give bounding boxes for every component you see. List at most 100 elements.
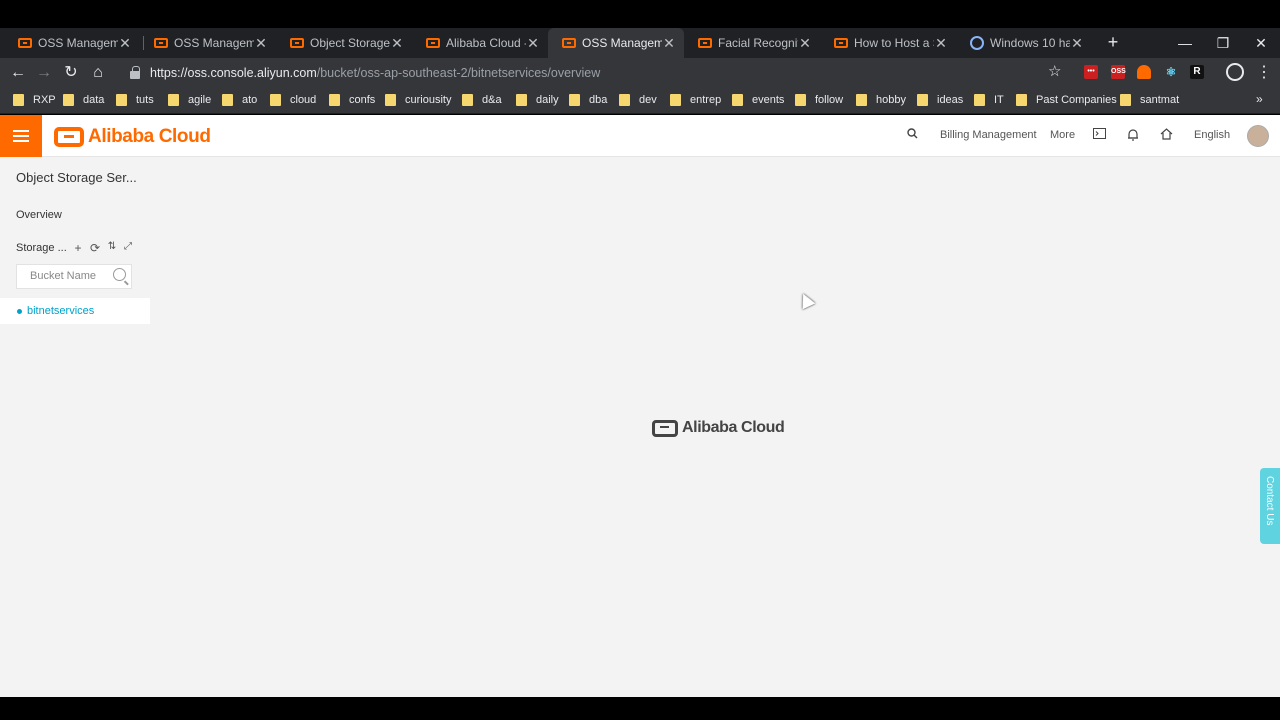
bucket-search-box (16, 264, 132, 289)
close-icon[interactable]: ✕ (662, 35, 676, 52)
minimize-icon[interactable]: — (1166, 28, 1204, 58)
r-icon[interactable]: R (1190, 65, 1204, 79)
folder-icon (116, 94, 127, 106)
alibaba-cloud-logo[interactable]: Alibaba Cloud (54, 126, 211, 148)
bookmark-folder[interactable]: hobby (856, 92, 906, 108)
folder-icon (1120, 94, 1131, 106)
oss-icon[interactable]: OSS (1111, 65, 1126, 79)
bookmark-folder[interactable]: ato (222, 92, 257, 108)
bookmark-folder[interactable]: ideas (917, 92, 963, 108)
avatar[interactable] (1247, 125, 1269, 147)
bucket-name[interactable]: bitnetservices (27, 305, 94, 317)
bookmark-folder[interactable]: data (63, 92, 104, 108)
window-close-icon[interactable]: ✕ (1242, 28, 1280, 58)
folder-icon (917, 94, 928, 106)
add-icon[interactable]: + (72, 241, 84, 255)
console-page: Alibaba Cloud Billing Management More En… (0, 115, 1280, 697)
folder-icon (462, 94, 473, 106)
more-link[interactable]: More (1050, 129, 1075, 141)
tab-title: How to Host a Stat (854, 36, 934, 50)
refresh-icon[interactable]: ⟳ (89, 241, 101, 255)
bookmark-label: cloud (290, 94, 317, 106)
bookmark-label: events (752, 94, 785, 106)
search-icon[interactable] (905, 128, 919, 142)
browser-tab-strip: OSS Management ✕ OSS Management ✕ Object… (0, 28, 1280, 58)
bookmark-folder[interactable]: santmat (1120, 92, 1179, 108)
bookmark-label: agile (188, 94, 212, 106)
expand-icon[interactable]: ⤢ (122, 241, 134, 252)
bookmark-folder[interactable]: entrep (670, 92, 721, 108)
close-icon[interactable]: ✕ (254, 35, 268, 52)
bookmark-label: dba (589, 94, 608, 106)
bookmark-folder[interactable]: curiousity (385, 92, 451, 108)
folder-icon (974, 94, 985, 106)
bookmark-folder[interactable]: confs (329, 92, 375, 108)
close-icon[interactable]: ✕ (390, 35, 404, 52)
bell-icon[interactable] (1126, 128, 1140, 142)
profile-icon[interactable] (1226, 63, 1244, 81)
browser-tab[interactable]: Windows 10 has a ✕ (956, 28, 1092, 58)
bookmark-star-icon[interactable]: ☆ (1048, 62, 1061, 80)
browser-tab-active[interactable]: OSS Management ✕ (548, 28, 684, 58)
bucket-list-item[interactable]: bitnetservices (0, 298, 150, 324)
sidebar-item-overview[interactable]: Overview (16, 209, 62, 221)
search-icon[interactable] (113, 268, 126, 281)
browser-tab[interactable]: How to Host a Stat ✕ (820, 28, 956, 58)
tab-title: Facial Recognition (718, 36, 798, 50)
restore-icon[interactable]: ❐ (1204, 28, 1242, 58)
bucket-search-input[interactable] (30, 270, 110, 282)
language-selector[interactable]: English (1194, 129, 1230, 141)
address-bar[interactable]: https://oss.console.aliyun.com/bucket/os… (116, 59, 1076, 86)
home-icon[interactable] (1159, 128, 1173, 142)
bookmark-folder[interactable]: events (732, 92, 784, 108)
folder-icon (222, 94, 233, 106)
bookmark-label: Past Companies (1036, 94, 1117, 106)
browser-tab[interactable]: OSS Management ✕ (4, 28, 140, 58)
bookmark-folder[interactable]: cloud (270, 92, 316, 108)
fire-icon[interactable] (1137, 65, 1151, 79)
folder-icon (670, 94, 681, 106)
reload-icon[interactable]: ↻ (60, 62, 82, 84)
contact-us-tab[interactable]: Contact Us (1260, 468, 1280, 544)
hamburger-menu-icon[interactable] (0, 115, 42, 157)
folder-icon (569, 94, 580, 106)
browser-tab[interactable]: OSS Management ✕ (140, 28, 276, 58)
close-icon[interactable]: ✕ (798, 35, 812, 52)
close-icon[interactable]: ✕ (526, 35, 540, 52)
bookmark-folder[interactable]: tuts (116, 92, 154, 108)
sort-icon[interactable]: ⇅ (106, 241, 118, 252)
folder-icon (795, 94, 806, 106)
close-icon[interactable]: ✕ (118, 35, 132, 52)
browser-tab[interactable]: Facial Recognition ✕ (684, 28, 820, 58)
back-icon[interactable]: ← (7, 62, 29, 84)
bookmark-folder[interactable]: dev (619, 92, 657, 108)
bookmark-folder[interactable]: d&a (462, 92, 502, 108)
bookmark-folder[interactable]: RXP (13, 92, 56, 108)
bookmark-label: d&a (482, 94, 502, 106)
storage-section-label: Storage ... (16, 242, 67, 254)
bookmark-folder[interactable]: Past Companies (1016, 92, 1117, 108)
menu-kebab-icon[interactable]: ⋮ (1256, 62, 1272, 82)
browser-tab[interactable]: Alibaba Cloud - Pa ✕ (412, 28, 548, 58)
bookmark-folder[interactable]: dba (569, 92, 607, 108)
bookmark-folder[interactable]: follow (795, 92, 843, 108)
new-tab-button[interactable]: + (1103, 32, 1123, 52)
folder-icon (619, 94, 630, 106)
bookmark-folder[interactable]: agile (168, 92, 211, 108)
forward-icon[interactable]: → (33, 62, 55, 84)
lastpass-icon[interactable]: ••• (1084, 65, 1098, 79)
bookmark-folder[interactable]: daily (516, 92, 559, 108)
close-icon[interactable]: ✕ (934, 35, 948, 52)
bookmark-folder[interactable]: IT (974, 92, 1004, 108)
billing-management-link[interactable]: Billing Management (940, 129, 1037, 141)
tab-title: Alibaba Cloud - Pa (446, 36, 526, 50)
react-icon[interactable]: ⚛ (1164, 65, 1178, 79)
close-icon[interactable]: ✕ (1070, 35, 1084, 52)
browser-tab[interactable]: Object Storage Ser ✕ (276, 28, 412, 58)
alibaba-cloud-mark-icon (54, 127, 84, 147)
home-icon[interactable]: ⌂ (87, 62, 109, 84)
console-top-nav: Alibaba Cloud Billing Management More En… (0, 115, 1280, 157)
chevron-right-double-icon[interactable]: » (1256, 92, 1263, 106)
terminal-icon[interactable] (1092, 128, 1106, 142)
alibaba-cloud-icon (18, 38, 32, 48)
